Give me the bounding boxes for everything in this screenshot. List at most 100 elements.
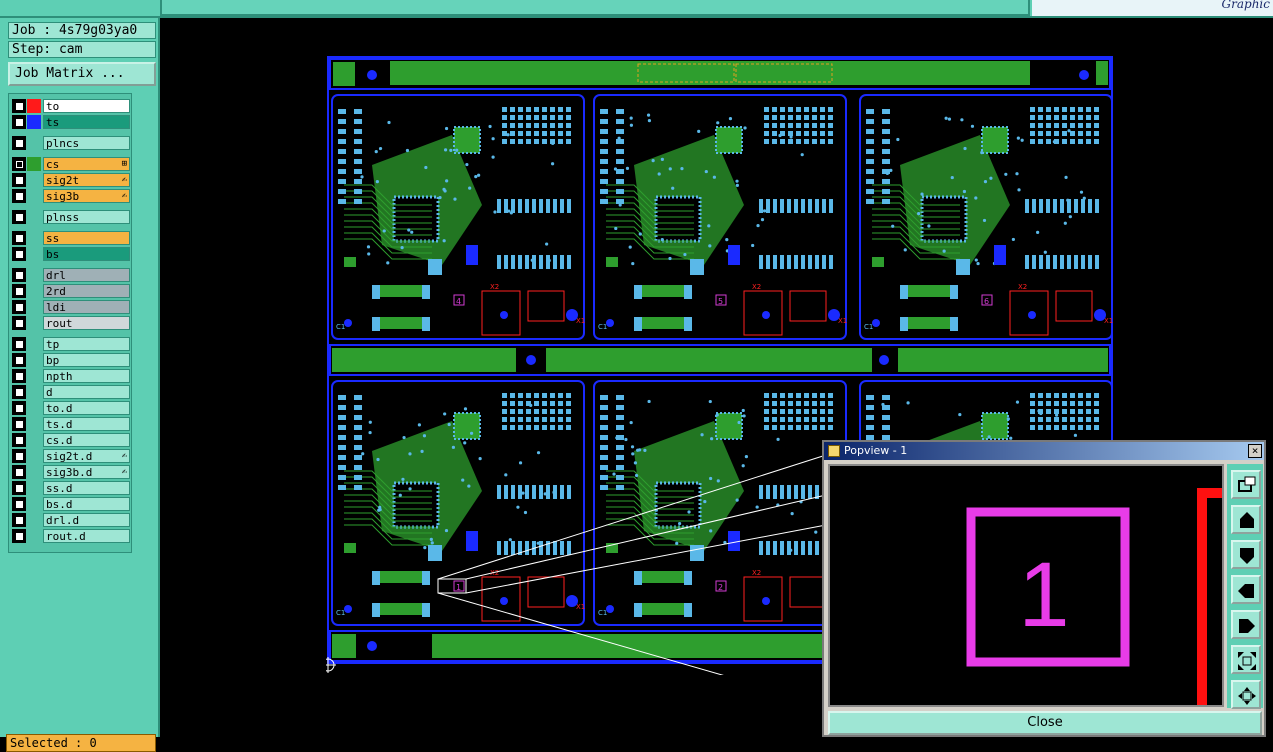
layer-row-2rd[interactable]: 2rd — [12, 284, 130, 298]
layer-checkbox[interactable] — [12, 401, 26, 415]
layer-row-cs[interactable]: cs ⊞ — [12, 157, 130, 171]
layer-row-npth[interactable]: npth — [12, 369, 130, 383]
layer-checkbox[interactable] — [12, 449, 26, 463]
layer-name[interactable]: plnss — [43, 210, 130, 224]
layer-row-drl[interactable]: drl — [12, 268, 130, 282]
layer-checkbox[interactable] — [12, 433, 26, 447]
layer-name[interactable]: ts.d — [43, 417, 130, 431]
layer-name[interactable]: ss.d — [43, 481, 130, 495]
layer-name[interactable]: 2rd — [43, 284, 130, 298]
layer-name[interactable]: bs — [43, 247, 130, 261]
layer-row-bp[interactable]: bp — [12, 353, 130, 367]
pan-left-button[interactable] — [1231, 575, 1261, 604]
pan-up-button[interactable] — [1231, 505, 1261, 534]
layer-row-sig3b.d[interactable]: sig3b.d ✍ — [12, 465, 130, 479]
smd-pad — [558, 425, 563, 430]
layer-name[interactable]: bs.d — [43, 497, 130, 511]
layer-name[interactable]: npth — [43, 369, 130, 383]
layer-checkbox[interactable] — [12, 385, 26, 399]
zoom-fit-button[interactable] — [1231, 645, 1261, 674]
layer-row-sig2t.d[interactable]: sig2t.d ✍ — [12, 449, 130, 463]
layer-row-cs.d[interactable]: cs.d — [12, 433, 130, 447]
layer-name[interactable]: drl.d — [43, 513, 130, 527]
layer-name[interactable]: tp — [43, 337, 130, 351]
layer-row-ts.d[interactable]: ts.d — [12, 417, 130, 431]
layer-checkbox[interactable] — [12, 465, 26, 479]
layer-name[interactable]: sig3b.d ✍ — [43, 465, 130, 479]
step-name-field[interactable]: Step: cam — [8, 41, 156, 58]
layer-checkbox[interactable] — [12, 529, 26, 543]
layer-row-ss[interactable]: ss — [12, 231, 130, 245]
layer-checkbox[interactable] — [12, 136, 26, 150]
layer-row-to.d[interactable]: to.d — [12, 401, 130, 415]
layer-row-bs.d[interactable]: bs.d — [12, 497, 130, 511]
smd-pad — [600, 395, 608, 400]
layer-row-to[interactable]: to — [12, 99, 130, 113]
layer-checkbox[interactable] — [12, 157, 26, 171]
popview-close-button[interactable]: Close — [828, 711, 1262, 735]
layer-checkbox[interactable] — [12, 231, 26, 245]
layer-name[interactable]: cs ⊞ — [43, 157, 130, 171]
layer-checkbox[interactable] — [12, 497, 26, 511]
smd-pad — [558, 107, 563, 112]
close-icon[interactable]: × — [1248, 444, 1262, 458]
layer-checkbox[interactable] — [12, 268, 26, 282]
layer-row-ts[interactable]: ts — [12, 115, 130, 129]
layer-row-rout[interactable]: rout — [12, 316, 130, 330]
zoom-center-button[interactable] — [1231, 680, 1261, 709]
pan-down-button[interactable] — [1231, 540, 1261, 569]
smd-pad — [502, 417, 507, 422]
layer-checkbox[interactable] — [12, 210, 26, 224]
layer-name[interactable]: ts — [43, 115, 130, 129]
layer-checkbox[interactable] — [12, 353, 26, 367]
layer-checkbox[interactable] — [12, 481, 26, 495]
layer-name[interactable]: to — [43, 99, 130, 113]
layer-checkbox[interactable] — [12, 417, 26, 431]
layer-name[interactable]: sig2t.d ✍ — [43, 449, 130, 463]
layer-row-d[interactable]: d — [12, 385, 130, 399]
popview-canvas[interactable]: 1 — [828, 464, 1224, 707]
layer-row-rout.d[interactable]: rout.d — [12, 529, 130, 543]
layer-checkbox[interactable] — [12, 316, 26, 330]
layer-row-ss.d[interactable]: ss.d — [12, 481, 130, 495]
layer-row-sig3b[interactable]: sig3b ✍ — [12, 189, 130, 203]
layer-name[interactable]: sig2t ✍ — [43, 173, 130, 187]
layer-row-plncs[interactable]: plncs — [12, 136, 130, 150]
layer-row-sig2t[interactable]: sig2t ✍ — [12, 173, 130, 187]
layer-name[interactable]: ss — [43, 231, 130, 245]
connector-label: X1 — [576, 603, 585, 611]
layer-name[interactable]: rout.d — [43, 529, 130, 543]
layer-name[interactable]: to.d — [43, 401, 130, 415]
layer-name[interactable]: bp — [43, 353, 130, 367]
layer-checkbox[interactable] — [12, 247, 26, 261]
layer-row-tp[interactable]: tp — [12, 337, 130, 351]
layer-checkbox[interactable] — [12, 189, 26, 203]
layer-name[interactable]: ldi — [43, 300, 130, 314]
smd-pad — [558, 409, 563, 414]
layer-row-plnss[interactable]: plnss — [12, 210, 130, 224]
layer-name[interactable]: rout — [43, 316, 130, 330]
layer-checkbox[interactable] — [12, 173, 26, 187]
layer-checkbox[interactable] — [12, 300, 26, 314]
layer-checkbox[interactable] — [12, 99, 26, 113]
layer-row-drl.d[interactable]: drl.d — [12, 513, 130, 527]
layer-name[interactable]: drl — [43, 268, 130, 282]
pan-right-button[interactable] — [1231, 610, 1261, 639]
job-name-field[interactable]: Job : 4s79g03ya0 — [8, 22, 156, 39]
zoom-home-button[interactable] — [1231, 470, 1261, 499]
layer-row-ldi[interactable]: ldi — [12, 300, 130, 314]
layer-checkbox[interactable] — [12, 337, 26, 351]
layer-name[interactable]: d — [43, 385, 130, 399]
layer-checkbox[interactable] — [12, 369, 26, 383]
via — [378, 505, 382, 509]
layer-checkbox[interactable] — [12, 284, 26, 298]
job-matrix-button[interactable]: Job Matrix ... — [8, 62, 156, 86]
layer-checkbox[interactable] — [12, 115, 26, 129]
via — [550, 162, 555, 166]
layer-checkbox[interactable] — [12, 513, 26, 527]
layer-row-bs[interactable]: bs — [12, 247, 130, 261]
layer-name[interactable]: sig3b ✍ — [43, 189, 130, 203]
popview-titlebar[interactable]: Popview - 1 — [824, 442, 1264, 460]
layer-name[interactable]: cs.d — [43, 433, 130, 447]
layer-name[interactable]: plncs — [43, 136, 130, 150]
